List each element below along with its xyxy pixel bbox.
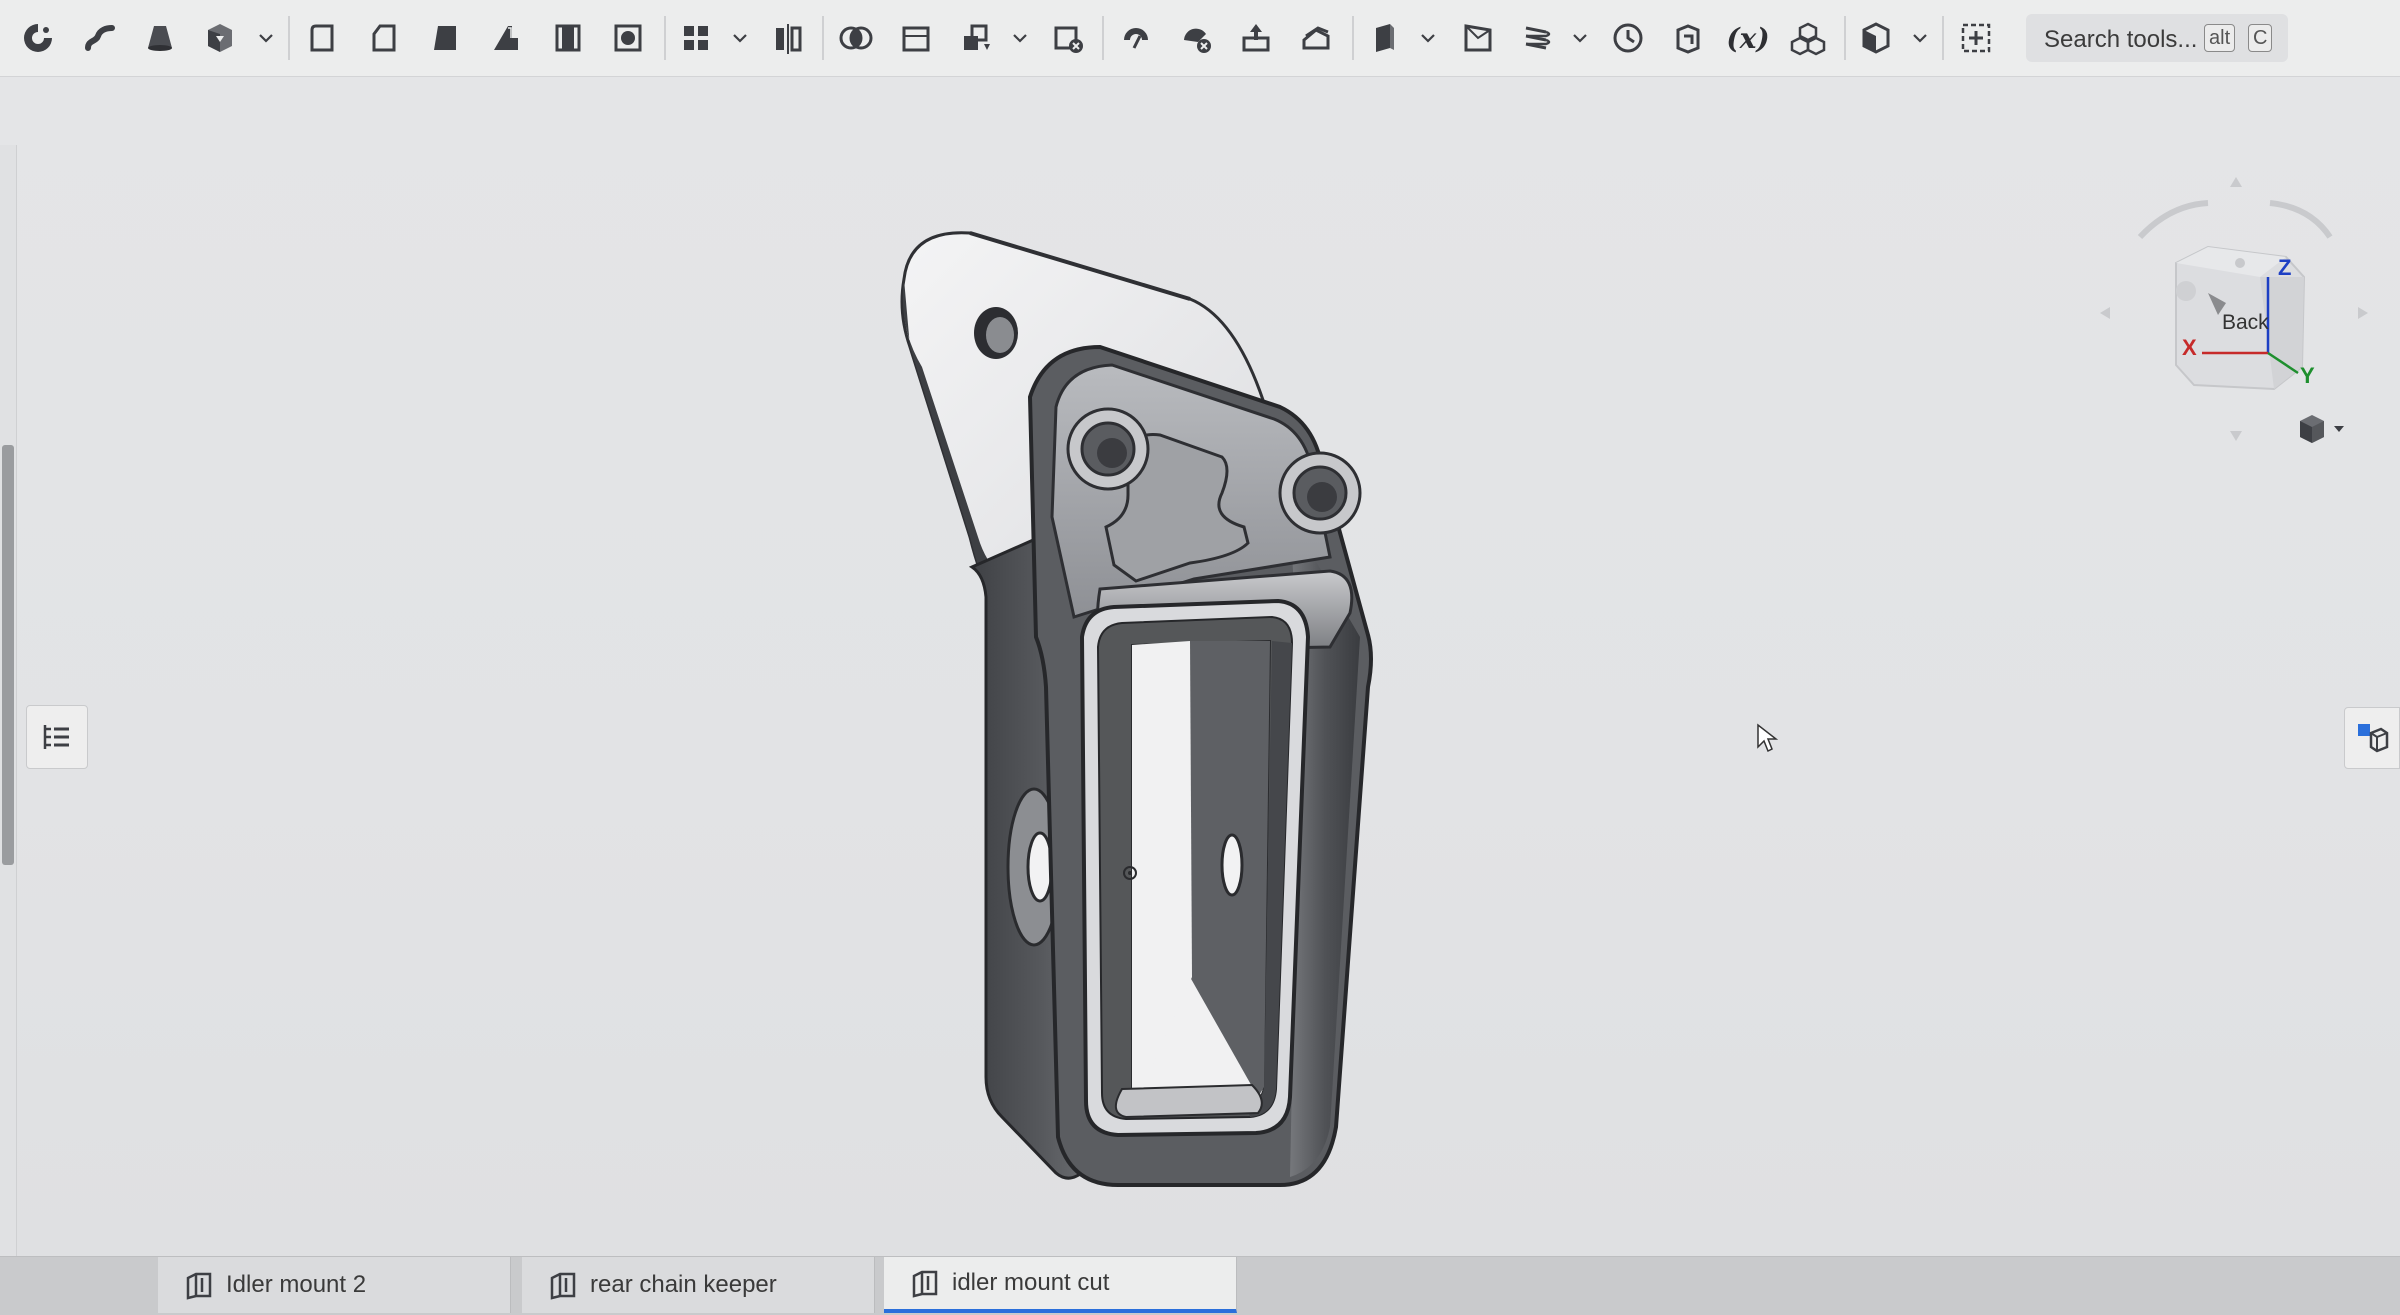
tab-idler-mount-2[interactable]: Idler mount 2 bbox=[158, 1257, 511, 1313]
tab-rear-chain-keeper[interactable]: rear chain keeper bbox=[522, 1257, 875, 1313]
add-custom-tool-icon[interactable] bbox=[1954, 16, 1998, 60]
document-tab-bar: Idler mount 2 rear chain keeper idler mo… bbox=[0, 1256, 2400, 1315]
tab-label: idler mount cut bbox=[952, 1269, 1110, 1296]
chevron-down-icon[interactable] bbox=[730, 28, 750, 48]
assembly-icon[interactable] bbox=[1786, 16, 1830, 60]
chevron-down-icon[interactable] bbox=[1010, 28, 1030, 48]
toolbar-separator bbox=[1844, 16, 1846, 60]
shortcut-key-c: C bbox=[2248, 24, 2273, 52]
shortcut-key-alt: alt bbox=[2204, 24, 2236, 52]
mirror-icon[interactable] bbox=[766, 16, 810, 60]
feature-panel-rail[interactable] bbox=[0, 145, 17, 1305]
tab-idler-mount-cut[interactable]: idler mount cut bbox=[884, 1257, 1237, 1313]
thicken-icon[interactable] bbox=[362, 16, 406, 60]
modify-fillet-icon[interactable] bbox=[1114, 16, 1158, 60]
chamfer-icon[interactable] bbox=[484, 16, 528, 60]
feature-panel-scrollbar[interactable] bbox=[2, 445, 14, 865]
shell-icon[interactable] bbox=[606, 16, 650, 60]
search-tools-input[interactable]: Search tools... alt C bbox=[2026, 14, 2288, 62]
sheet-metal-icon[interactable] bbox=[1606, 16, 1650, 60]
axis-label-x: X bbox=[2182, 335, 2197, 360]
fillet-icon[interactable] bbox=[424, 16, 468, 60]
plane-icon[interactable] bbox=[1362, 16, 1406, 60]
axis-label-z: Z bbox=[2278, 255, 2292, 280]
search-placeholder: Search tools... bbox=[2044, 26, 2198, 53]
extrude-icon[interactable] bbox=[78, 16, 122, 60]
view-cube-face-label[interactable]: Back bbox=[2222, 311, 2269, 335]
mate-connector-icon[interactable] bbox=[1456, 16, 1500, 60]
sketch-icon[interactable] bbox=[16, 16, 60, 60]
chevron-down-icon[interactable] bbox=[1418, 28, 1438, 48]
helix-icon[interactable] bbox=[1514, 16, 1558, 60]
graphics-viewport[interactable]: Z X Y Back bbox=[0, 77, 2400, 1305]
tab-label: Idler mount 2 bbox=[226, 1271, 367, 1298]
move-face-icon[interactable] bbox=[1234, 16, 1278, 60]
view-options-dropdown[interactable] bbox=[2296, 411, 2356, 449]
revolve-icon[interactable] bbox=[138, 16, 182, 60]
part-studio-icon bbox=[550, 1272, 576, 1300]
toolbar: (x) Search tools... alt C bbox=[0, 0, 2400, 77]
transform-icon[interactable] bbox=[954, 16, 998, 60]
parts-panel-toggle-button[interactable] bbox=[2344, 707, 2400, 769]
feature-list-toggle-button[interactable] bbox=[26, 705, 88, 769]
idler-mount-part-model[interactable] bbox=[860, 217, 1480, 1197]
split-icon[interactable] bbox=[894, 16, 938, 60]
toolbar-separator bbox=[1942, 16, 1944, 60]
chevron-down-icon[interactable] bbox=[256, 28, 276, 48]
chevron-down-icon[interactable] bbox=[1910, 28, 1930, 48]
loft-icon[interactable] bbox=[300, 16, 344, 60]
part-studio-icon bbox=[186, 1272, 212, 1300]
toolbar-separator bbox=[1102, 16, 1104, 60]
draft-icon[interactable] bbox=[546, 16, 590, 60]
chevron-down-icon[interactable] bbox=[1570, 28, 1590, 48]
section-view-icon[interactable] bbox=[1854, 16, 1898, 60]
parts-list-icon bbox=[2358, 724, 2389, 753]
replace-face-icon[interactable] bbox=[1294, 16, 1338, 60]
mouse-cursor-icon bbox=[1757, 723, 1779, 753]
sweep-icon[interactable] bbox=[198, 16, 242, 60]
tab-label: rear chain keeper bbox=[590, 1271, 777, 1298]
delete-part-icon[interactable] bbox=[1046, 16, 1090, 60]
toolbar-separator bbox=[664, 16, 666, 60]
part-studio-icon bbox=[912, 1270, 938, 1298]
toolbar-separator bbox=[1352, 16, 1354, 60]
delete-face-icon[interactable] bbox=[1174, 16, 1218, 60]
axis-label-y: Y bbox=[2300, 363, 2315, 388]
variable-icon[interactable]: (x) bbox=[1726, 16, 1770, 60]
insert-icon[interactable] bbox=[1666, 16, 1710, 60]
variable-symbol: (x) bbox=[1726, 21, 1770, 55]
toolbar-separator bbox=[288, 16, 290, 60]
feature-list-icon bbox=[43, 725, 69, 749]
boolean-icon[interactable] bbox=[834, 16, 878, 60]
linear-pattern-icon[interactable] bbox=[674, 16, 718, 60]
toolbar-separator bbox=[822, 16, 824, 60]
